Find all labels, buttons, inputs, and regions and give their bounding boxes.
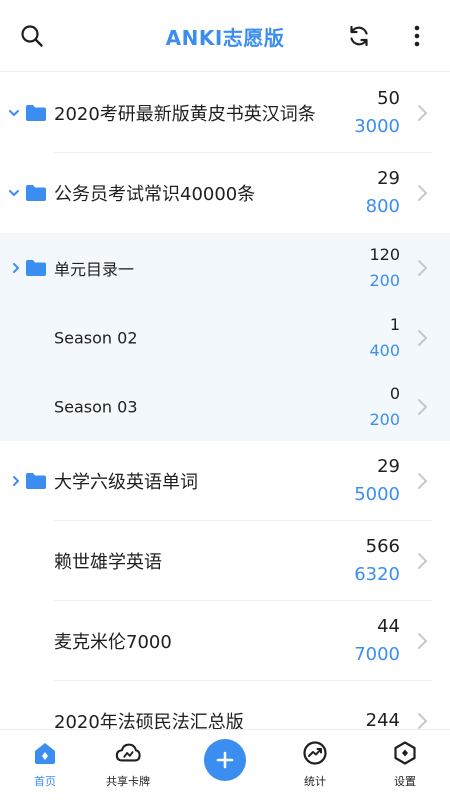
subdeck-row[interactable]: Season 02 1 400 <box>0 303 450 372</box>
deck-count-total: 7000 <box>354 644 400 665</box>
chevron-right-icon[interactable] <box>416 184 428 202</box>
chevron-down-icon[interactable] <box>8 107 20 119</box>
folder-icon <box>26 185 46 201</box>
bottom-tab-bar: 首页 共享卡牌 统计 设置 <box>0 729 450 800</box>
chevron-right-icon[interactable] <box>416 398 428 416</box>
deck-name: 大学六级英语单词 <box>54 472 198 493</box>
deck-count-new: 566 <box>365 536 400 557</box>
settings-icon <box>392 740 418 766</box>
chevron-right-icon[interactable] <box>416 552 428 570</box>
deck-counts: 244 <box>366 707 400 729</box>
chevron-right-icon[interactable] <box>416 472 428 490</box>
deck-list[interactable]: 2020考研最新版黄皮书英汉词条 50 3000 公务员考试常识40000条 2… <box>0 73 450 729</box>
deck-count-total: 200 <box>369 409 400 429</box>
deck-name: 公务员考试常识40000条 <box>54 184 256 205</box>
deck-row[interactable]: 麦克米伦7000 44 7000 <box>0 601 450 681</box>
more-button[interactable] <box>401 18 433 54</box>
deck-name: Season 02 <box>54 328 138 347</box>
chevron-down-icon[interactable] <box>8 187 20 199</box>
deck-counts: 1 400 <box>369 312 400 364</box>
deck-row[interactable]: 大学六级英语单词 29 5000 <box>0 441 450 521</box>
chevron-right-icon[interactable] <box>416 259 428 277</box>
folder-icon <box>26 105 46 121</box>
cloud-icon <box>115 740 141 766</box>
app-header: ANKI志愿版 <box>0 0 450 72</box>
chevron-right-icon[interactable] <box>416 712 428 729</box>
more-vertical-icon <box>414 25 420 47</box>
folder-icon <box>26 473 46 489</box>
deck-name: 单元目录一 <box>54 260 135 279</box>
chevron-right-small-icon[interactable] <box>10 475 22 487</box>
tab-stats[interactable]: 统计 <box>275 730 355 800</box>
deck-row[interactable]: 2020年法硕民法汇总版 244 <box>0 681 450 729</box>
page-title: ANKI志愿版 <box>165 26 285 50</box>
deck-count-total: 400 <box>369 340 400 360</box>
deck-counts: 566 6320 <box>354 533 400 589</box>
chevron-right-icon[interactable] <box>416 104 428 122</box>
home-icon <box>32 740 58 766</box>
deck-count-new: 0 <box>389 383 400 403</box>
chevron-right-small-icon[interactable] <box>10 262 22 274</box>
add-icon <box>216 751 234 769</box>
subdeck-row[interactable]: Season 03 0 200 <box>0 372 450 441</box>
deck-row[interactable]: 赖世雄学英语 566 6320 <box>0 521 450 601</box>
deck-counts: 0 200 <box>369 381 400 433</box>
tab-label: 统计 <box>304 775 326 788</box>
deck-count-total: 200 <box>369 271 400 290</box>
refresh-button[interactable] <box>343 18 375 54</box>
deck-name: Season 03 <box>54 397 138 416</box>
chevron-right-icon[interactable] <box>416 632 428 650</box>
deck-count-total: 5000 <box>354 484 400 505</box>
stats-icon <box>302 740 328 766</box>
deck-name: 2020年法硕民法汇总版 <box>54 712 244 729</box>
deck-count-new: 1 <box>389 314 400 334</box>
tab-shared-cards[interactable]: 共享卡牌 <box>88 730 168 800</box>
deck-counts: 29 800 <box>366 165 400 221</box>
deck-count-total: 3000 <box>354 116 400 137</box>
deck-count-new: 120 <box>369 245 400 264</box>
deck-count-new: 244 <box>365 710 400 729</box>
deck-count-total: 6320 <box>354 564 400 585</box>
deck-row[interactable]: 2020考研最新版黄皮书英汉词条 50 3000 <box>0 73 450 153</box>
deck-count-new: 29 <box>377 456 400 477</box>
subdeck-row[interactable]: 单元目录一 120 200 <box>0 233 450 303</box>
tab-label: 共享卡牌 <box>106 775 150 788</box>
deck-count-new: 29 <box>377 168 400 189</box>
deck-counts: 120 200 <box>369 242 400 294</box>
deck-name: 2020考研最新版黄皮书英汉词条 <box>54 104 316 125</box>
refresh-icon <box>350 25 368 47</box>
chevron-right-icon[interactable] <box>416 329 428 347</box>
deck-count-new: 44 <box>377 616 400 637</box>
deck-count-total: 800 <box>365 196 400 217</box>
deck-row[interactable]: 公务员考试常识40000条 29 800 <box>0 153 450 233</box>
deck-name: 赖世雄学英语 <box>54 552 162 573</box>
deck-count-new: 50 <box>377 88 400 109</box>
deck-name: 麦克米伦7000 <box>54 632 172 653</box>
deck-counts: 50 3000 <box>354 85 400 141</box>
tab-home[interactable]: 首页 <box>5 730 85 800</box>
tab-label: 设置 <box>394 775 416 788</box>
tab-label: 首页 <box>34 775 56 788</box>
deck-counts: 44 7000 <box>354 613 400 669</box>
tab-settings[interactable]: 设置 <box>365 730 445 800</box>
add-button[interactable] <box>204 739 246 781</box>
folder-icon <box>26 260 46 276</box>
deck-counts: 29 5000 <box>354 453 400 509</box>
